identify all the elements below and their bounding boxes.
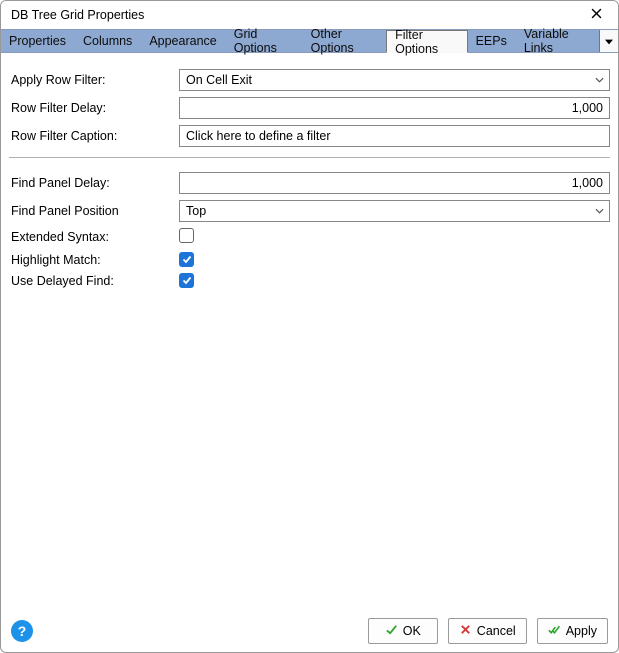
- divider: [9, 157, 610, 158]
- row-find-panel-position: Find Panel Position Top: [9, 200, 610, 222]
- checkbox-highlight-match[interactable]: [179, 252, 194, 267]
- ok-button[interactable]: OK: [368, 618, 438, 644]
- footer: ? OK Cancel Apply: [1, 610, 618, 652]
- label-use-delayed-find: Use Delayed Find:: [9, 274, 179, 288]
- content-panel: Apply Row Filter: On Cell Exit Row Filte…: [1, 53, 618, 610]
- row-apply-row-filter: Apply Row Filter: On Cell Exit: [9, 69, 610, 91]
- check-icon: [182, 253, 192, 267]
- label-apply-row-filter: Apply Row Filter:: [9, 73, 179, 87]
- row-highlight-match: Highlight Match:: [9, 252, 610, 267]
- row-row-filter-caption: Row Filter Caption:: [9, 125, 610, 147]
- close-button[interactable]: [582, 4, 610, 26]
- chevron-down-icon: [595, 208, 604, 214]
- row-use-delayed-find: Use Delayed Find:: [9, 273, 610, 288]
- check-icon: [385, 623, 398, 639]
- row-row-filter-delay: Row Filter Delay: 1,000: [9, 97, 610, 119]
- chevron-down-icon: [605, 34, 613, 48]
- chevron-down-icon: [595, 77, 604, 83]
- tab-columns[interactable]: Columns: [75, 30, 141, 52]
- select-find-panel-position[interactable]: Top: [179, 200, 610, 222]
- checkbox-use-delayed-find[interactable]: [179, 273, 194, 288]
- label-find-panel-delay: Find Panel Delay:: [9, 176, 179, 190]
- close-icon: [591, 8, 602, 22]
- tab-eeps[interactable]: EEPs: [468, 30, 516, 52]
- apply-label: Apply: [566, 624, 597, 638]
- label-row-filter-delay: Row Filter Delay:: [9, 101, 179, 115]
- label-row-filter-caption: Row Filter Caption:: [9, 129, 179, 143]
- input-row-filter-caption[interactable]: [179, 125, 610, 147]
- apply-button[interactable]: Apply: [537, 618, 608, 644]
- double-check-icon: [548, 623, 561, 639]
- cancel-label: Cancel: [477, 624, 516, 638]
- close-icon: [459, 623, 472, 639]
- check-icon: [182, 274, 192, 288]
- label-extended-syntax: Extended Syntax:: [9, 230, 179, 244]
- input-find-panel-delay[interactable]: 1,000: [179, 172, 610, 194]
- select-apply-row-filter[interactable]: On Cell Exit: [179, 69, 610, 91]
- window-title: DB Tree Grid Properties: [11, 8, 144, 22]
- numeric-value: 1,000: [186, 101, 603, 115]
- numeric-value: 1,000: [186, 176, 603, 190]
- help-icon: ?: [18, 623, 27, 639]
- tab-properties[interactable]: Properties: [1, 30, 75, 52]
- tab-variable-links[interactable]: Variable Links: [516, 30, 599, 52]
- tab-appearance[interactable]: Appearance: [141, 30, 225, 52]
- row-extended-syntax: Extended Syntax:: [9, 228, 610, 246]
- cancel-button[interactable]: Cancel: [448, 618, 527, 644]
- tab-grid-options[interactable]: Grid Options: [226, 30, 303, 52]
- input-row-filter-delay[interactable]: 1,000: [179, 97, 610, 119]
- select-value: Top: [186, 204, 206, 218]
- dialog-window: DB Tree Grid Properties Properties Colum…: [0, 0, 619, 653]
- tab-filter-options[interactable]: Filter Options: [386, 30, 467, 53]
- tab-bar: Properties Columns Appearance Grid Optio…: [1, 29, 618, 53]
- checkbox-extended-syntax[interactable]: [179, 228, 194, 243]
- tab-other-options[interactable]: Other Options: [303, 30, 386, 52]
- label-find-panel-position: Find Panel Position: [9, 204, 179, 218]
- select-value: On Cell Exit: [186, 73, 252, 87]
- ok-label: OK: [403, 624, 421, 638]
- help-button[interactable]: ?: [11, 620, 33, 642]
- label-highlight-match: Highlight Match:: [9, 253, 179, 267]
- tab-overflow-button[interactable]: [599, 30, 618, 52]
- titlebar: DB Tree Grid Properties: [1, 1, 618, 29]
- row-find-panel-delay: Find Panel Delay: 1,000: [9, 172, 610, 194]
